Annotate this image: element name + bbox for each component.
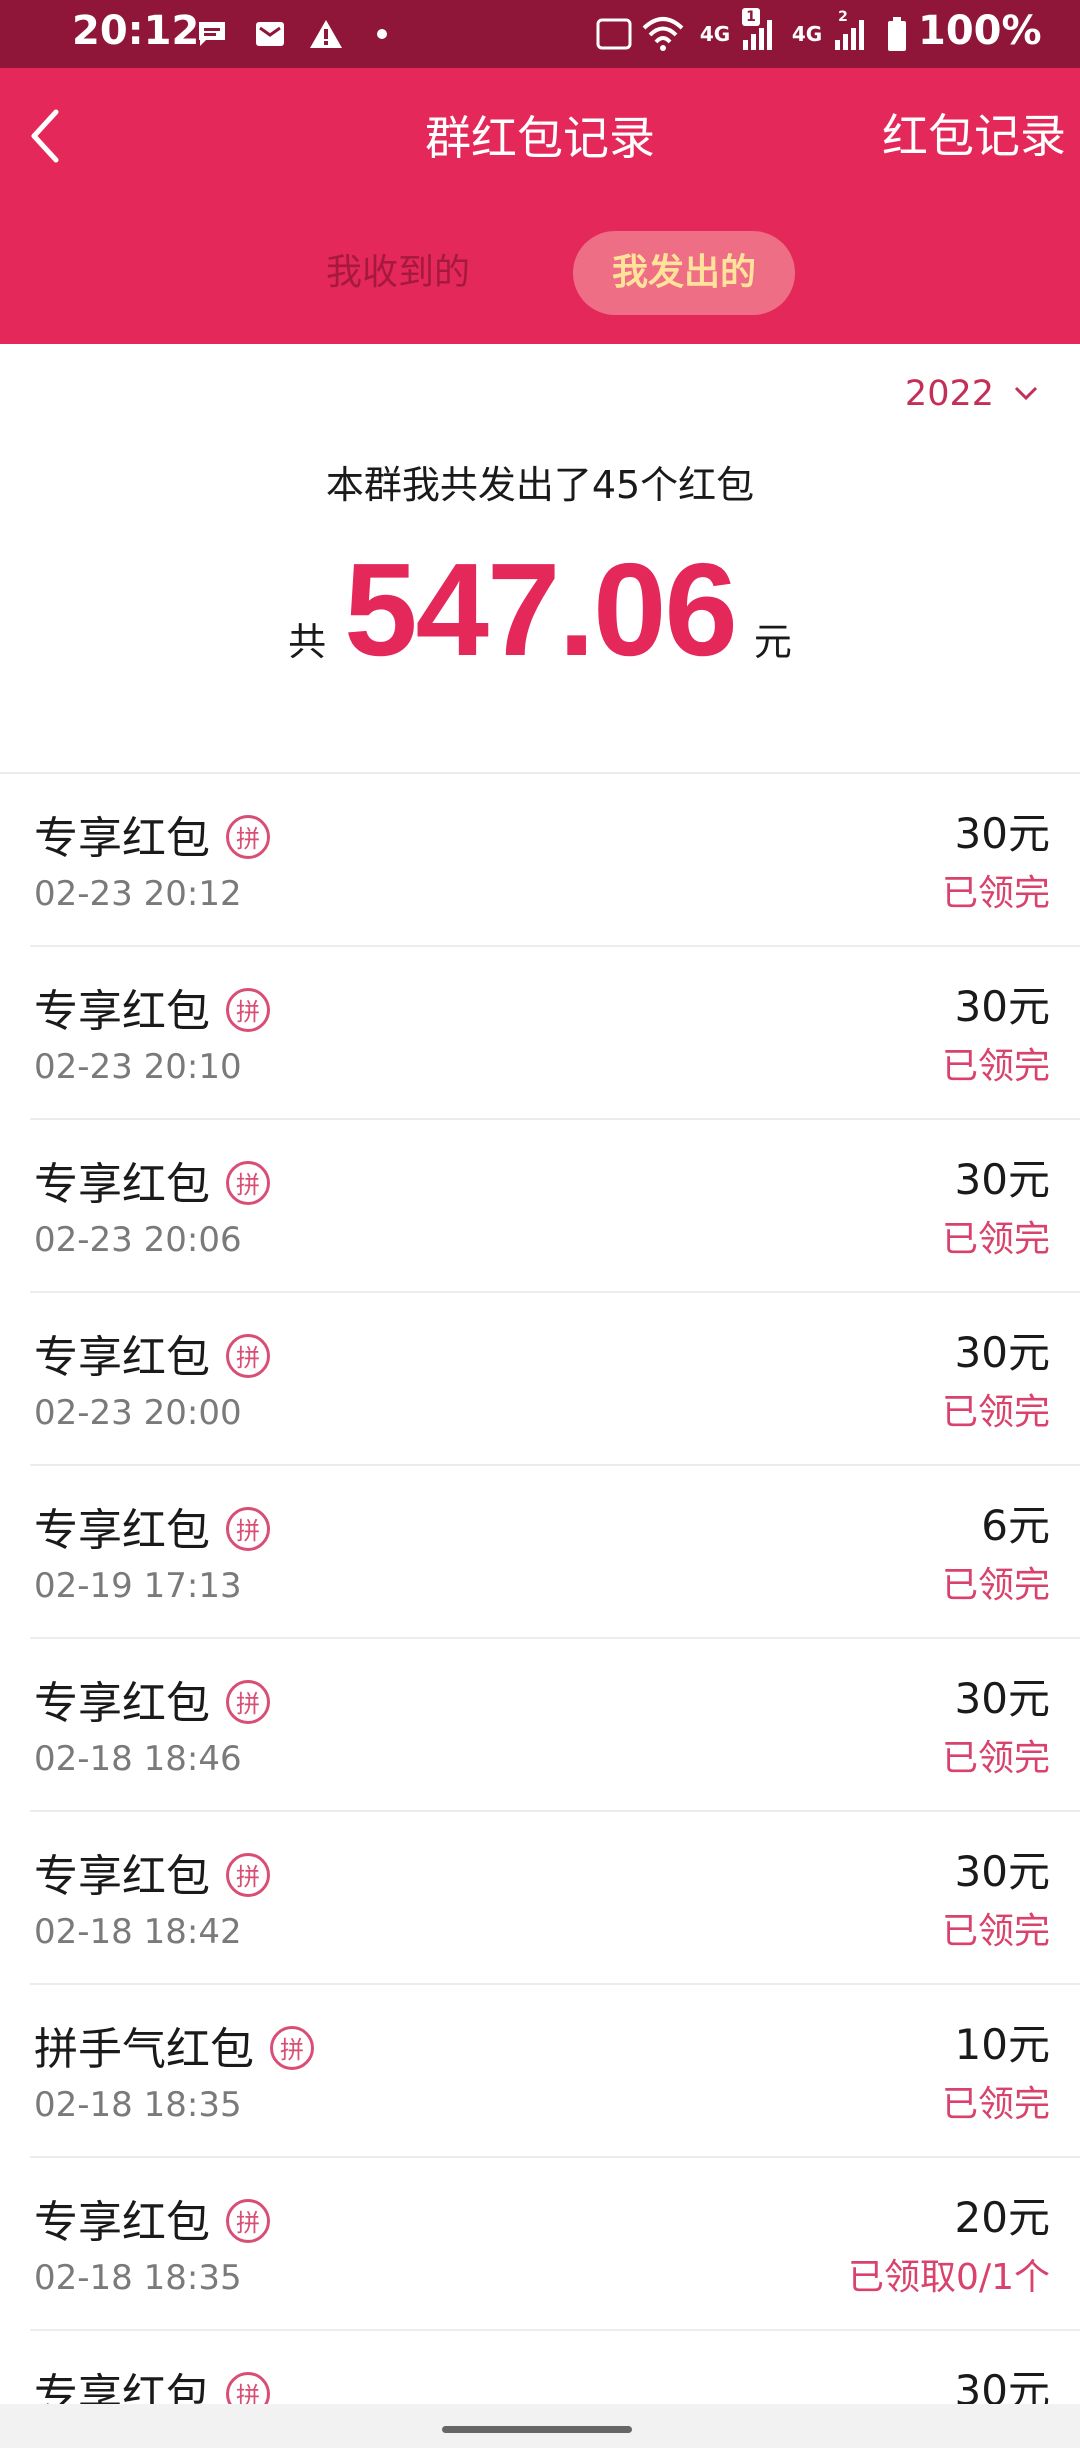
header: 群红包记录 红包记录 我收到的 我发出的	[0, 68, 1080, 344]
record-status: 已领完	[941, 1738, 1050, 1779]
battery-percent: 100%	[918, 8, 1042, 54]
pin-badge-icon: 拼	[226, 988, 270, 1032]
record-name-text: 拼手气红包	[34, 2024, 254, 2075]
record-status: 已领完	[941, 873, 1050, 914]
amount-unit: 元	[753, 620, 792, 664]
record-name: 专享红包拼	[34, 1148, 270, 1212]
record-name-text: 专享红包	[34, 1332, 210, 1383]
record-name-text: 专享红包	[34, 1159, 210, 1210]
record-amount: 6元	[981, 1501, 1050, 1550]
summary-count-text: 本群我共发出了45个红包	[325, 463, 755, 507]
record-amount: 10元	[954, 2020, 1050, 2069]
sim-2-badge: 2	[838, 9, 848, 25]
pin-badge-icon: 拼	[226, 1334, 270, 1378]
list-item[interactable]: 专享红包拼 02-18 18:46 30元 已领完	[0, 1639, 1080, 1812]
record-status: 已领完	[941, 1392, 1050, 1433]
list-item[interactable]: 专享红包拼 02-19 17:13 6元 已领完	[0, 1466, 1080, 1639]
sim-1-badge: 1	[742, 8, 760, 26]
pin-badge-icon: 拼	[226, 815, 270, 859]
pin-badge-icon: 拼	[226, 1507, 270, 1551]
record-amount: 20元	[954, 2193, 1050, 2242]
record-name-text: 专享红包	[34, 2197, 210, 2248]
wifi-icon	[640, 14, 686, 54]
record-name: 专享红包拼	[34, 1840, 270, 1904]
status-time: 20:12	[72, 8, 200, 54]
record-name: 专享红包拼	[34, 802, 270, 866]
network-label-2: 4G	[791, 22, 823, 46]
page: 20:12 4G 1 4G 2 100% 群红包记录 红包记录 我收到的 我发出…	[0, 0, 1080, 2448]
record-name: 专享红包拼	[34, 975, 270, 1039]
list-item[interactable]: 专享红包拼 02-23 20:12 30元 已领完	[0, 774, 1080, 947]
total-amount-row: 共 547.06 元	[0, 534, 1080, 685]
pin-badge-icon: 拼	[226, 1161, 270, 1205]
record-time: 02-18 18:46	[34, 1739, 242, 1779]
record-amount: 30元	[954, 809, 1050, 858]
message-icon	[192, 14, 232, 54]
status-bar: 20:12 4G 1 4G 2 100%	[0, 0, 1080, 68]
navigation-bar	[0, 2404, 1080, 2448]
auto-hz-icon	[594, 14, 634, 54]
signal-icon	[828, 14, 874, 54]
record-status: 已领取0/1个	[848, 2257, 1050, 2298]
amount-prefix: 共	[288, 620, 327, 664]
battery-icon	[884, 14, 910, 54]
red-packet-record-link[interactable]: 红包记录	[882, 100, 1066, 166]
home-gesture-handle[interactable]	[442, 2426, 632, 2433]
list-item[interactable]: 专享红包拼 02-23 20:00 30元 已领完	[0, 1293, 1080, 1466]
record-amount: 30元	[954, 1847, 1050, 1896]
record-name-text: 专享红包	[34, 1505, 210, 1556]
record-name: 专享红包拼	[34, 2186, 270, 2250]
record-name-text: 专享红包	[34, 813, 210, 864]
list-item[interactable]: 专享红包拼 02-23 20:10 30元 已领完	[0, 947, 1080, 1120]
list-item[interactable]: 专享红包拼 02-23 20:06 30元 已领完	[0, 1120, 1080, 1293]
record-time: 02-23 20:00	[34, 1393, 242, 1433]
pin-badge-icon: 拼	[226, 1680, 270, 1724]
tab-received[interactable]: 我收到的	[298, 231, 498, 315]
record-name: 专享红包拼	[34, 1494, 270, 1558]
summary-panel: 2022 本群我共发出了45个红包 共 547.06 元	[0, 344, 1080, 772]
record-status: 已领完	[941, 2084, 1050, 2125]
record-amount: 30元	[954, 1155, 1050, 1204]
record-status: 已领完	[941, 1219, 1050, 1260]
record-amount: 30元	[954, 982, 1050, 1031]
chevron-down-icon[interactable]	[1012, 384, 1040, 402]
tab-sent[interactable]: 我发出的	[573, 231, 795, 315]
record-amount: 30元	[954, 1328, 1050, 1377]
pin-badge-icon: 拼	[226, 2199, 270, 2243]
record-time: 02-23 20:12	[34, 874, 242, 914]
record-name-text: 专享红包	[34, 1851, 210, 1902]
pin-badge-icon: 拼	[270, 2026, 314, 2070]
record-time: 02-19 17:13	[34, 1566, 242, 1606]
network-label-1: 4G	[699, 22, 731, 46]
list-item[interactable]: 专享红包拼 02-18 18:42 30元 已领完	[0, 1812, 1080, 1985]
mail-icon	[250, 14, 290, 54]
record-amount: 30元	[954, 1674, 1050, 1723]
record-name-text: 专享红包	[34, 986, 210, 1037]
list-item[interactable]: 拼手气红包拼 02-18 18:35 10元 已领完	[0, 1985, 1080, 2158]
record-time: 02-23 20:06	[34, 1220, 242, 1260]
total-amount: 547.06	[344, 536, 738, 683]
record-time: 02-18 18:35	[34, 2258, 242, 2298]
record-status: 已领完	[941, 1565, 1050, 1606]
record-time: 02-18 18:42	[34, 1912, 242, 1952]
dot-icon	[372, 14, 392, 54]
warning-icon	[306, 14, 346, 54]
list-item[interactable]: 专享红包拼 02-18 18:35 20元 已领取0/1个	[0, 2158, 1080, 2331]
year-selector[interactable]: 2022	[905, 374, 994, 414]
record-time: 02-23 20:10	[34, 1047, 242, 1087]
record-name: 专享红包拼	[34, 1667, 270, 1731]
record-name: 专享红包拼	[34, 1321, 270, 1385]
record-name: 拼手气红包拼	[34, 2013, 314, 2077]
record-status: 已领完	[941, 1911, 1050, 1952]
record-status: 已领完	[941, 1046, 1050, 1087]
record-name-text: 专享红包	[34, 1678, 210, 1729]
record-time: 02-18 18:35	[34, 2085, 242, 2125]
pin-badge-icon: 拼	[226, 1853, 270, 1897]
